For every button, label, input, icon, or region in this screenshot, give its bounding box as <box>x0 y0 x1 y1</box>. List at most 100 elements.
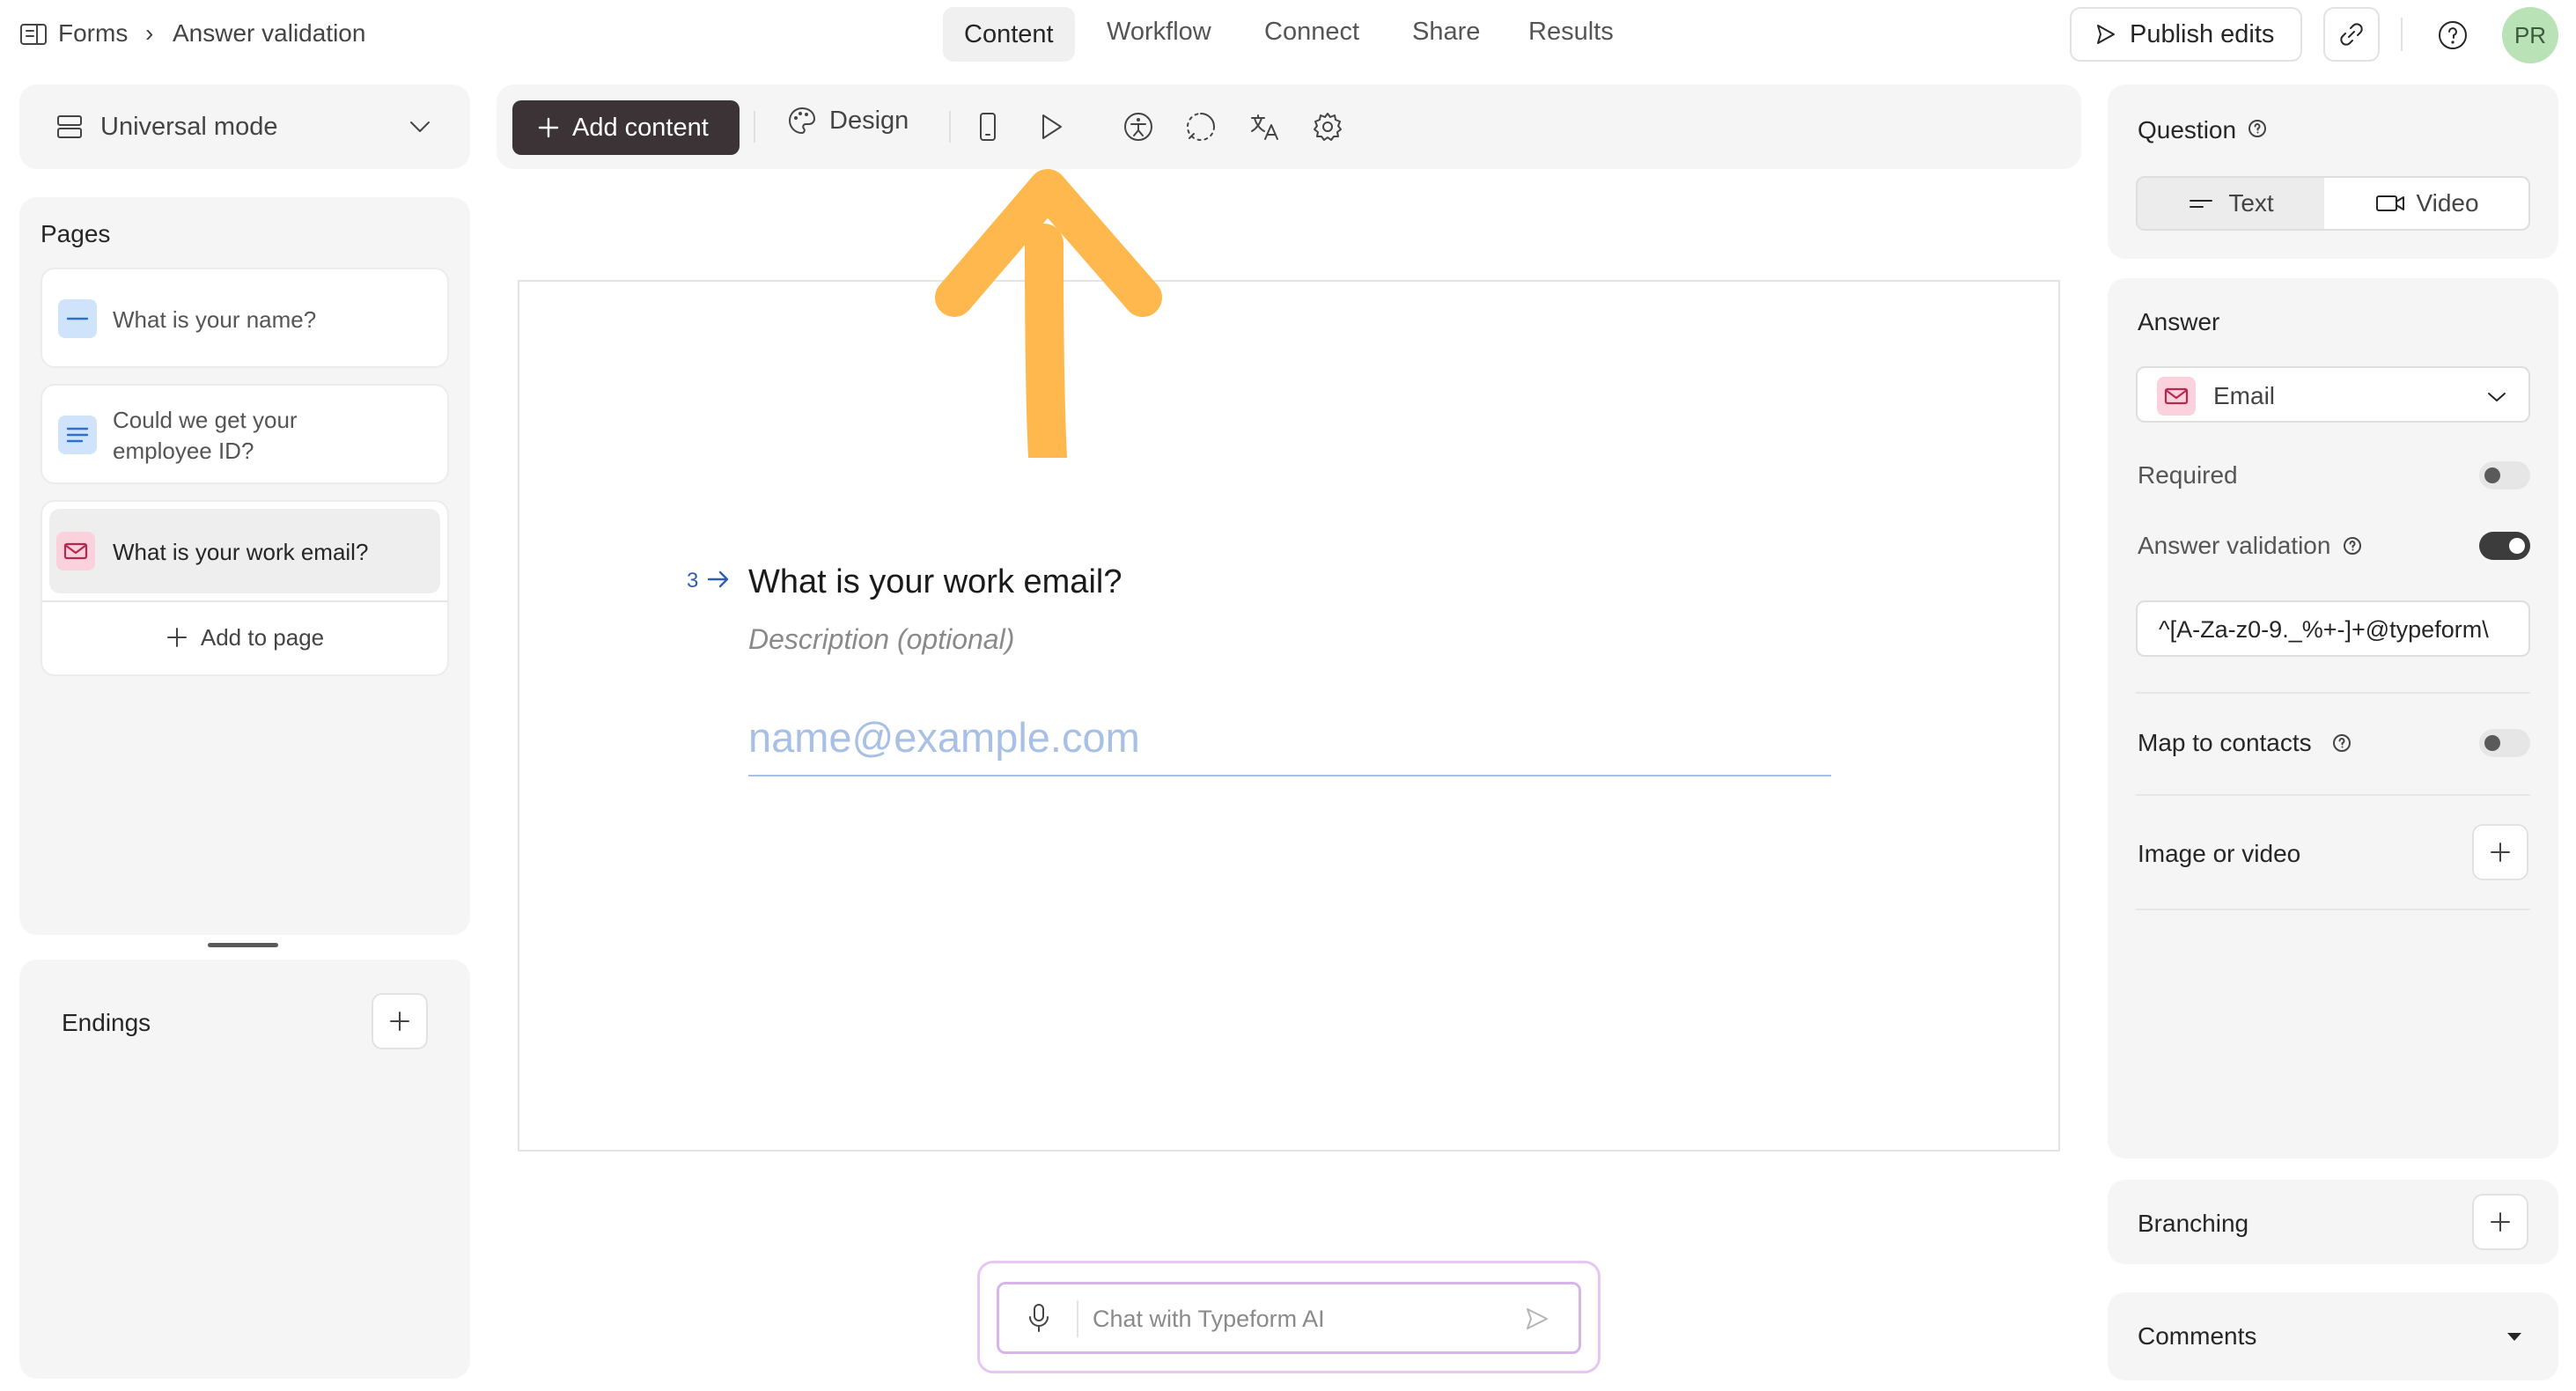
endings-panel: Endings <box>19 960 470 1379</box>
copy-link-button[interactable] <box>2323 7 2380 62</box>
email-icon <box>2157 377 2196 416</box>
short-text-icon <box>2190 200 2213 208</box>
question-title[interactable]: What is your work email? <box>748 563 1122 601</box>
page-item[interactable]: What is your name? <box>40 268 449 368</box>
branching-panel: Branching <box>2108 1180 2558 1264</box>
add-branching-button[interactable] <box>2472 1194 2528 1250</box>
page-item[interactable]: Could we get your employee ID? <box>40 384 449 484</box>
add-content-button[interactable]: Add content <box>512 100 740 155</box>
video-icon <box>2376 195 2405 211</box>
translate-button[interactable] <box>1248 111 1280 143</box>
header-divider <box>2401 18 2403 51</box>
layout-icon <box>57 115 82 138</box>
link-icon <box>2340 23 2363 46</box>
editor-toolbar: Add content Design <box>497 85 2081 169</box>
send-icon[interactable] <box>1524 1306 1550 1332</box>
mobile-preview-button[interactable] <box>976 111 999 143</box>
email-icon <box>56 532 95 570</box>
question-type-toggle: Text Video <box>2136 176 2530 231</box>
validation-pattern-input[interactable]: ^[A-Za-z0-9._%+-]+@typeform\ <box>2136 600 2530 657</box>
breadcrumb-forms[interactable]: Forms <box>58 19 128 48</box>
add-content-label: Add content <box>572 113 709 142</box>
question-section-title: Question <box>2138 116 2237 144</box>
endings-title: Endings <box>62 1009 151 1036</box>
tab-share[interactable]: Share <box>1412 18 1480 47</box>
question-number: 3 <box>687 569 699 592</box>
add-ending-button[interactable] <box>372 993 428 1049</box>
publish-edits-button[interactable]: Publish edits <box>2070 7 2302 62</box>
tab-connect[interactable]: Connect <box>1264 18 1359 47</box>
short-text-icon <box>58 299 97 338</box>
answer-input[interactable]: name@example.com <box>748 713 1140 762</box>
accessibility-icon <box>1124 113 1152 141</box>
chat-box[interactable]: Chat with Typeform AI <box>997 1282 1581 1354</box>
chevron-down-icon <box>410 121 430 132</box>
tab-content[interactable]: Content <box>943 7 1075 62</box>
required-toggle[interactable] <box>2479 461 2530 489</box>
page-item-label: What is your name? <box>113 306 317 333</box>
settings-button[interactable] <box>1312 111 1343 143</box>
form-canvas[interactable]: 3 What is your work email? Description (… <box>518 280 2060 1152</box>
mobile-icon <box>980 113 996 141</box>
map-contacts-toggle[interactable] <box>2479 729 2530 757</box>
page-item-label: What is your work email? <box>113 539 369 565</box>
preview-button[interactable] <box>1035 111 1067 143</box>
plus-icon <box>2491 1212 2510 1232</box>
question-type-video-label: Video <box>2416 189 2479 217</box>
answer-type-label: Email <box>2213 382 2276 409</box>
plus-icon <box>538 117 559 138</box>
design-label: Design <box>829 106 909 135</box>
add-to-page-button[interactable]: Add to page <box>42 600 447 674</box>
design-button[interactable]: Design <box>787 106 909 136</box>
tab-results[interactable]: Results <box>1528 18 1614 47</box>
mode-label: Universal mode <box>100 112 278 141</box>
arrow-right-icon <box>707 570 729 588</box>
gear-icon <box>1314 113 1342 141</box>
answer-type-select[interactable]: Email <box>2136 366 2530 423</box>
section-divider <box>2136 692 2530 694</box>
info-icon[interactable] <box>2331 732 2352 754</box>
resize-handle[interactable] <box>208 943 278 947</box>
help-button[interactable] <box>2437 19 2469 51</box>
add-image-video-button[interactable] <box>2472 824 2528 880</box>
pages-panel: Pages What is your name? Could we get yo… <box>19 197 470 935</box>
info-icon[interactable] <box>2342 535 2363 556</box>
map-contacts-label: Map to contacts <box>2138 729 2312 756</box>
long-text-icon <box>58 416 97 454</box>
answer-section-title: Answer <box>2138 308 2220 335</box>
page-item-label-line1: Could we get your <box>113 407 298 433</box>
answer-panel: Answer Email Required Answer validation … <box>2108 278 2558 1159</box>
forms-icon[interactable] <box>19 23 48 46</box>
palette-icon <box>789 107 815 134</box>
accessibility-button[interactable] <box>1122 111 1154 143</box>
question-type-video[interactable]: Video <box>2324 178 2528 229</box>
required-label: Required <box>2138 461 2238 489</box>
answer-validation-toggle[interactable] <box>2479 532 2530 560</box>
section-divider <box>2136 794 2530 796</box>
avatar[interactable]: PR <box>2502 7 2558 63</box>
page-item-selected[interactable]: What is your work email? <box>49 509 440 593</box>
question-description[interactable]: Description (optional) <box>748 623 1014 656</box>
tab-workflow[interactable]: Workflow <box>1107 18 1211 47</box>
info-icon[interactable] <box>2247 118 2268 139</box>
breadcrumb-current[interactable]: Answer validation <box>173 19 365 48</box>
question-type-text-label: Text <box>2228 189 2274 217</box>
pages-title: Pages <box>40 220 111 247</box>
microphone-icon[interactable] <box>1026 1302 1052 1334</box>
image-video-label: Image or video <box>2138 840 2301 867</box>
chevron-down-icon <box>2488 393 2506 401</box>
loading-settings-button[interactable] <box>1185 111 1217 143</box>
toolbar-divider <box>754 111 755 143</box>
page-group: What is your work email? Add to page <box>40 500 449 676</box>
question-type-text[interactable]: Text <box>2138 178 2324 229</box>
section-divider <box>2136 909 2530 910</box>
answer-underline <box>748 775 1831 776</box>
help-icon <box>2439 21 2467 49</box>
plus-icon <box>166 628 187 647</box>
comments-panel[interactable]: Comments <box>2108 1292 2558 1380</box>
mode-selector[interactable]: Universal mode <box>19 85 470 169</box>
avatar-initials: PR <box>2513 21 2547 48</box>
add-to-page-label: Add to page <box>200 623 325 651</box>
chat-input[interactable]: Chat with Typeform AI <box>1093 1306 1325 1333</box>
chat-divider <box>1077 1300 1078 1337</box>
